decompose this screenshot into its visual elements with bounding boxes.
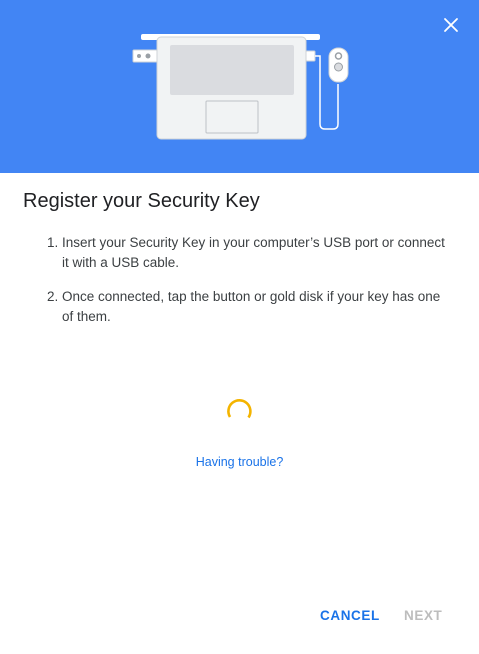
- cancel-button[interactable]: CANCEL: [320, 604, 380, 628]
- close-icon: [444, 18, 458, 32]
- trouble-link-row: Having trouble?: [0, 455, 479, 469]
- close-button[interactable]: [436, 10, 466, 40]
- step-number: 2.: [47, 289, 59, 304]
- dialog-header: [0, 0, 479, 173]
- next-button[interactable]: NEXT: [404, 604, 442, 628]
- having-trouble-link[interactable]: Having trouble?: [196, 455, 284, 469]
- laptop-security-key-illustration: [132, 34, 349, 140]
- loading-spinner-icon: [227, 399, 252, 419]
- step-text: Once connected, tap the button or gold d…: [62, 289, 441, 324]
- instruction-step: 1. Insert your Security Key in your comp…: [47, 233, 447, 273]
- instructions-list: 1. Insert your Security Key in your comp…: [47, 233, 447, 341]
- instruction-step: 2. Once connected, tap the button or gol…: [47, 287, 447, 327]
- dialog-title: Register your Security Key: [23, 190, 260, 212]
- step-number: 1.: [47, 235, 59, 250]
- register-security-key-dialog: Register your Security Key 1. Insert you…: [0, 0, 479, 654]
- step-text: Insert your Security Key in your compute…: [62, 235, 445, 270]
